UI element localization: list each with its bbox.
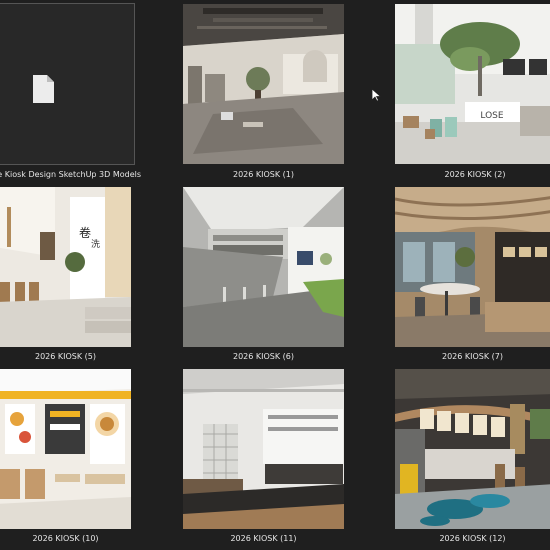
kiosk-12-render [395, 369, 550, 529]
kiosk-10-render [0, 369, 131, 529]
mouse-pointer-icon [371, 88, 381, 102]
kiosk-2-label: 2026 KIOSK (2) [444, 170, 506, 179]
svg-text:洗: 洗 [91, 238, 100, 250]
file-icon [33, 75, 54, 103]
kiosk-1-label: 2026 KIOSK (1) [232, 170, 294, 179]
thumbnail-kiosk-2[interactable]: LOSE [395, 4, 550, 164]
kiosk-5-label: 2026 KIOSK (5) [34, 352, 96, 361]
kiosk-1-render [183, 4, 344, 164]
kiosk-6-render [183, 187, 344, 347]
kiosk-2-render: LOSE [395, 4, 550, 164]
kiosk-7-render [395, 187, 550, 347]
svg-text:卷: 卷 [79, 225, 91, 240]
file-grid: Cafe Kiosk Design SketchUp 3D Models 202… [0, 0, 550, 550]
thumbnail-kiosk-10[interactable] [0, 369, 131, 529]
thumbnail-kiosk-11[interactable] [183, 369, 344, 529]
kiosk-12-label: 2026 KIOSK (12) [439, 534, 506, 543]
kiosk-5-render: 卷 洗 [0, 187, 131, 347]
folder-label: Cafe Kiosk Design SketchUp 3D Models [0, 170, 142, 179]
thumbnail-kiosk-6[interactable] [183, 187, 344, 347]
kiosk-11-render [183, 369, 344, 529]
kiosk-7-label: 2026 KIOSK (7) [441, 352, 503, 361]
thumbnail-kiosk-7[interactable] [395, 187, 550, 347]
thumbnail-kiosk-12[interactable] [395, 369, 550, 529]
thumbnail-kiosk-5[interactable]: 卷 洗 [0, 187, 131, 347]
kiosk-2-sign-text: LOSE [480, 111, 503, 121]
kiosk-6-label: 2026 KIOSK (6) [232, 352, 294, 361]
kiosk-10-label: 2026 KIOSK (10) [32, 534, 99, 543]
folder-item[interactable] [0, 3, 135, 165]
kiosk-11-label: 2026 KIOSK (11) [230, 534, 297, 543]
thumbnail-kiosk-1[interactable] [183, 4, 344, 164]
